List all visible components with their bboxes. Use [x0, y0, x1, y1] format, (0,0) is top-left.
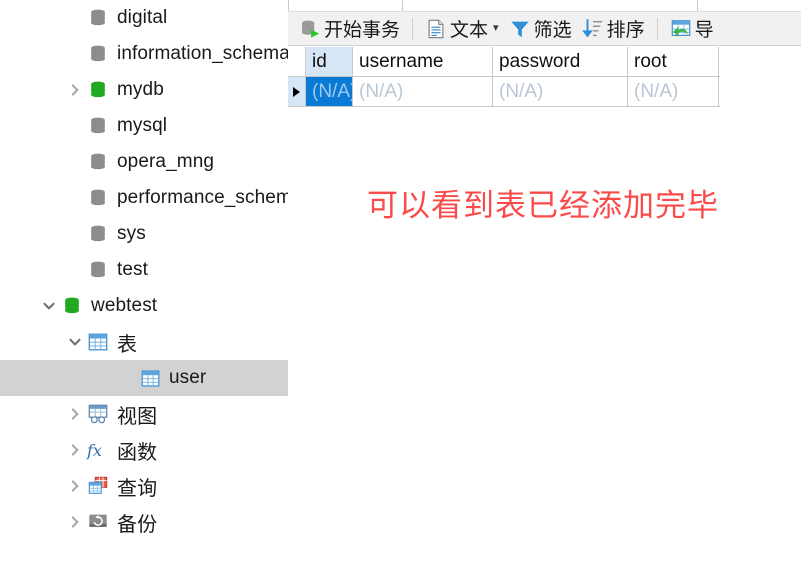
- sort-descending-icon: [581, 18, 604, 40]
- chevron-right-icon[interactable]: [66, 443, 84, 457]
- tree-item-label: test: [117, 259, 149, 280]
- tree-item-performance_schema[interactable]: performance_schema: [0, 180, 288, 216]
- tree-item-label: 表: [117, 333, 138, 356]
- database-icon: [60, 294, 84, 318]
- tree-item-label: information_schema: [117, 43, 288, 64]
- data-grid[interactable]: id username password root (N/A) (N/A) (N/A) (N…: [288, 47, 720, 107]
- panel-top-strip: [288, 0, 801, 12]
- chevron-right-icon[interactable]: [66, 515, 84, 529]
- tree-item-label: sys: [117, 223, 146, 244]
- backup-icon: [86, 510, 110, 534]
- svg-text:fx: fx: [86, 441, 102, 460]
- chevron-down-icon[interactable]: ▾: [493, 23, 499, 34]
- app-window: digital information_schemamydb mysql opera_…: [0, 0, 801, 569]
- view-icon: [86, 402, 110, 426]
- database-icon: [86, 258, 110, 282]
- toolbar-button-排序[interactable]: 排序: [577, 14, 650, 44]
- tree-item-sys[interactable]: sys: [0, 216, 288, 252]
- database-icon: [86, 186, 110, 210]
- table-row[interactable]: (N/A) (N/A) (N/A) (N/A): [288, 77, 720, 107]
- tick-mark: [288, 0, 289, 11]
- tree-item-test[interactable]: test: [0, 252, 288, 288]
- table-icon: [138, 366, 162, 390]
- table-folder-icon: [86, 330, 110, 354]
- tree-item-user[interactable]: user: [0, 360, 288, 396]
- tree-item-label: webtest: [91, 295, 158, 316]
- import-table-icon: [670, 18, 692, 40]
- table-data-panel: 开始事务 文本 ▾ 筛选 排序 导 id username password root (N/A…: [288, 0, 801, 569]
- toolbar-button-label: 文本: [450, 20, 489, 41]
- database-tree: digital information_schemamydb mysql opera_…: [0, 0, 288, 540]
- tree-item-opera_mng[interactable]: opera_mng: [0, 144, 288, 180]
- toolbar-button-label: 开始事务: [324, 20, 401, 41]
- filter-funnel-icon: [509, 18, 531, 40]
- toolbar-button-导[interactable]: 导: [665, 14, 719, 44]
- database-icon: [86, 150, 110, 174]
- grid-cell-username[interactable]: (N/A): [353, 77, 493, 106]
- chevron-right-icon[interactable]: [66, 407, 84, 421]
- chevron-down-icon[interactable]: [66, 335, 84, 349]
- tree-item-mydb[interactable]: mydb: [0, 72, 288, 108]
- database-icon: [86, 222, 110, 246]
- database-icon: [86, 114, 110, 138]
- query-icon: [86, 474, 110, 498]
- window-bottom-strip: [0, 548, 801, 569]
- tree-item-查询[interactable]: 查询: [0, 468, 288, 504]
- tick-mark: [402, 0, 403, 11]
- tree-item-mysql[interactable]: mysql: [0, 108, 288, 144]
- tree-item-表[interactable]: 表: [0, 324, 288, 360]
- tree-item-label: mysql: [117, 115, 168, 136]
- chevron-right-icon[interactable]: [66, 479, 84, 493]
- text-document-icon: [425, 18, 447, 40]
- object-tree-sidebar[interactable]: digital information_schemamydb mysql opera_…: [0, 0, 288, 548]
- column-header-root[interactable]: root: [628, 47, 719, 76]
- tree-item-label: performance_schema: [117, 187, 288, 208]
- tree-item-label: 查询: [117, 477, 158, 500]
- tree-item-webtest[interactable]: webtest: [0, 288, 288, 324]
- begin-transaction-icon: [299, 18, 321, 40]
- toolbar-separator: [656, 17, 658, 40]
- tree-item-函数[interactable]: fx 函数: [0, 432, 288, 468]
- toolbar-separator: [412, 17, 414, 40]
- database-icon: [86, 42, 110, 66]
- tree-item-label: 函数: [117, 441, 158, 464]
- tick-mark: [697, 0, 698, 11]
- tree-item-备份[interactable]: 备份: [0, 504, 288, 540]
- tree-item-label: 备份: [117, 513, 158, 536]
- toolbar-button-label: 排序: [606, 20, 645, 41]
- grid-cell-id[interactable]: (N/A): [306, 77, 353, 106]
- tree-item-information_schema[interactable]: information_schema: [0, 36, 288, 72]
- tree-item-digital[interactable]: digital: [0, 0, 288, 36]
- tree-item-label: digital: [117, 7, 168, 28]
- tree-item-视图[interactable]: 视图: [0, 396, 288, 432]
- grid-gutter-header: [288, 47, 306, 76]
- row-selector[interactable]: [288, 77, 306, 106]
- tree-item-label: opera_mng: [117, 151, 215, 172]
- chevron-right-icon[interactable]: [66, 83, 84, 97]
- column-header-id[interactable]: id: [306, 47, 353, 76]
- grid-header-row: id username password root: [288, 47, 720, 77]
- grid-cell-password[interactable]: (N/A): [493, 77, 628, 106]
- tree-item-label: user: [169, 367, 207, 388]
- toolbar-button-label: 导: [694, 20, 714, 41]
- tree-item-label: 视图: [117, 405, 158, 428]
- current-row-marker-icon: [293, 86, 300, 97]
- column-header-password[interactable]: password: [493, 47, 628, 76]
- toolbar-button-开始事务[interactable]: 开始事务: [294, 14, 405, 44]
- annotation-text: 可以看到表已经添加完毕: [367, 188, 719, 224]
- toolbar-button-label: 筛选: [533, 20, 572, 41]
- chevron-down-icon[interactable]: [40, 299, 58, 313]
- tree-item-label: mydb: [117, 79, 164, 100]
- data-grid-toolbar: 开始事务 文本 ▾ 筛选 排序 导: [288, 12, 801, 46]
- column-header-username[interactable]: username: [353, 47, 493, 76]
- database-icon: [86, 78, 110, 102]
- toolbar-button-筛选[interactable]: 筛选: [504, 14, 577, 44]
- grid-cell-root[interactable]: (N/A): [628, 77, 719, 106]
- function-fx-icon: fx: [86, 438, 110, 462]
- toolbar-button-文本[interactable]: 文本 ▾: [420, 14, 504, 44]
- database-icon: [86, 6, 110, 30]
